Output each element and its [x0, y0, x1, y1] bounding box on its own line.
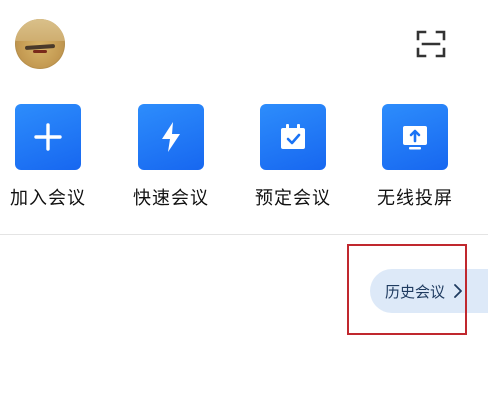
wireless-screencast-tile[interactable]: [382, 104, 448, 170]
schedule-meeting-tile[interactable]: [260, 104, 326, 170]
lightning-icon: [162, 122, 180, 152]
scan-icon[interactable]: [416, 30, 446, 58]
screen-share-icon: [403, 126, 427, 150]
avatar-photo-sky: [15, 19, 65, 41]
plus-icon: [34, 123, 62, 151]
join-meeting-tile[interactable]: [15, 104, 81, 170]
quick-meeting-tile[interactable]: [138, 104, 204, 170]
quick-meeting-button[interactable]: 快速会议: [121, 104, 221, 210]
quick-meeting-label: 快速会议: [133, 188, 209, 209]
calendar-check-icon: [281, 124, 305, 149]
section-divider: [0, 234, 488, 235]
avatar-photo-detail-2: [33, 50, 47, 53]
wireless-screencast-label: 无线投屏: [377, 188, 453, 209]
schedule-meeting-button[interactable]: 预定会议: [243, 104, 343, 210]
join-meeting-button[interactable]: 加入会议: [0, 104, 98, 210]
join-meeting-label: 加入会议: [10, 188, 86, 209]
schedule-meeting-label: 预定会议: [255, 188, 331, 209]
highlight-box: [347, 244, 467, 335]
wireless-screencast-button[interactable]: 无线投屏: [365, 104, 465, 210]
avatar[interactable]: [15, 19, 65, 69]
